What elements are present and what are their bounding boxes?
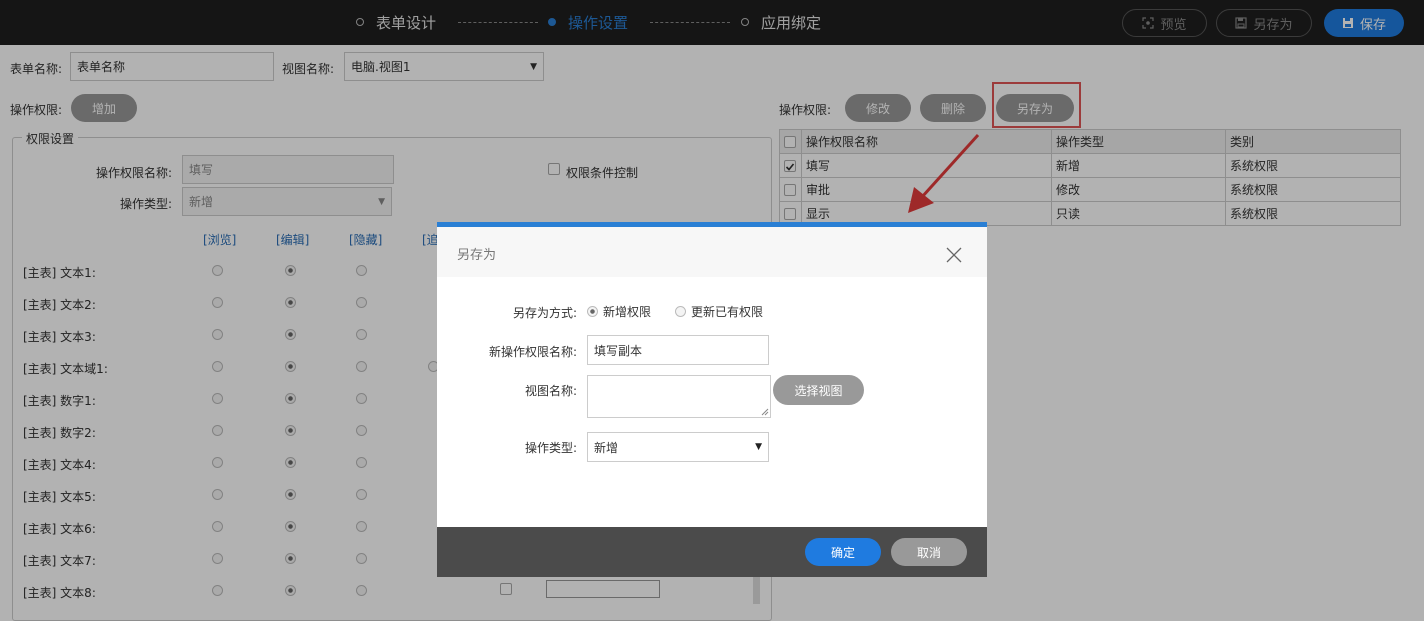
resize-handle-icon[interactable] bbox=[761, 408, 769, 416]
save-mode-option-update[interactable]: 更新已有权限 bbox=[675, 303, 763, 320]
confirm-button[interactable]: 确定 bbox=[805, 538, 881, 566]
radio-icon[interactable] bbox=[675, 306, 686, 317]
dialog-header: 另存为 bbox=[437, 227, 987, 277]
dialog-title: 另存为 bbox=[457, 248, 497, 263]
close-icon[interactable] bbox=[946, 247, 962, 263]
view-name-textarea[interactable] bbox=[587, 375, 771, 418]
select-view-button[interactable]: 选择视图 bbox=[773, 375, 864, 405]
op-type-label: 操作类型: bbox=[524, 441, 577, 455]
dropdown-arrow-icon: ▼ bbox=[755, 442, 762, 452]
save-mode-label: 另存为方式: bbox=[512, 306, 577, 320]
save-as-dialog: 另存为 另存为方式: 新增权限 更新已有权限 新操作权限名称: 填写副本 视图名… bbox=[437, 222, 987, 577]
radio-icon[interactable] bbox=[587, 306, 598, 317]
view-name-label: 视图名称: bbox=[524, 384, 577, 398]
save-mode-option-new[interactable]: 新增权限 bbox=[587, 303, 651, 320]
op-type-select[interactable]: 新增 ▼ bbox=[587, 432, 769, 462]
cancel-button[interactable]: 取消 bbox=[891, 538, 967, 566]
new-name-input[interactable]: 填写副本 bbox=[587, 335, 769, 365]
new-name-label: 新操作权限名称: bbox=[488, 345, 577, 359]
dialog-footer: 确定 取消 bbox=[437, 527, 987, 577]
